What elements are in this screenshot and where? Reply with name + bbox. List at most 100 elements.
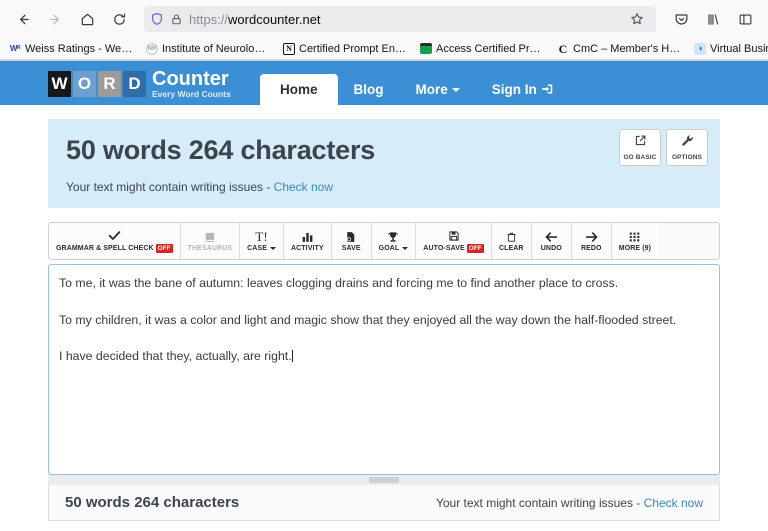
go-basic-label: GO BASIC <box>623 154 657 161</box>
logo-tagline: Every Word Counts <box>152 89 231 99</box>
external-link-icon <box>634 134 647 152</box>
redo-button[interactable]: REDO <box>571 223 612 259</box>
tb-text: AUTO-SAVE <box>423 245 465 252</box>
clear-button[interactable]: CLEAR <box>491 223 532 259</box>
clear-label: CLEAR <box>498 245 524 252</box>
grid-icon <box>628 230 641 243</box>
save-button[interactable]: SAVE <box>331 223 372 259</box>
tb-text: GRAMMAR & SPELL CHECK <box>56 245 154 252</box>
logo-tile-o: O <box>73 70 96 97</box>
logo-tile-r: R <box>98 70 121 97</box>
undo-label: UNDO <box>540 245 562 252</box>
forward-button[interactable] <box>40 5 70 33</box>
resize-grip[interactable] <box>369 477 399 483</box>
bookmark-star-icon[interactable] <box>624 7 650 31</box>
bar-chart-icon <box>301 230 314 243</box>
more-button[interactable]: MORE (9) <box>611 223 659 259</box>
nav-tab-label: Sign In <box>491 82 537 98</box>
browser-nav-bar: https://wordcounter.net <box>0 0 768 38</box>
goal-label: GOAL <box>379 245 409 252</box>
check-now-link[interactable]: Check now <box>274 180 333 194</box>
bookmark-label: Access Certified Prom... <box>436 42 545 55</box>
auto-save-button[interactable]: AUTO-SAVE OFF <box>416 223 492 259</box>
url-host: wordcounter.net <box>228 11 321 27</box>
green-favicon <box>420 43 432 54</box>
tb-text: CASE <box>247 245 267 252</box>
nav-tab-home[interactable]: Home <box>260 74 338 105</box>
bookmark-label: Weiss Ratings - Welco... <box>25 42 134 55</box>
shield-icon[interactable] <box>150 12 164 26</box>
editor-resize-handle[interactable] <box>48 475 720 485</box>
footer-issues-text: Your text might contain writing issues - <box>435 495 644 510</box>
library-icon[interactable] <box>698 5 728 33</box>
browser-toolbar-right <box>666 5 760 33</box>
home-button[interactable] <box>72 5 102 33</box>
logo-text: Counter Every Word Counts <box>152 69 231 99</box>
go-basic-button[interactable]: GO BASIC <box>619 129 661 166</box>
editor-paragraph: To me, it was the bane of autumn: leaves… <box>59 276 619 290</box>
nav-tab-more[interactable]: More <box>400 75 476 105</box>
options-button[interactable]: OPTIONS <box>666 129 708 166</box>
logo-tiles: W O R D <box>48 70 146 97</box>
grammar-status-badge: OFF <box>155 244 173 253</box>
url-scheme: https:// <box>189 11 229 27</box>
back-button[interactable] <box>8 5 38 33</box>
bookmark-item[interactable]: ◑ Virtual Business <box>689 41 768 57</box>
pocket-icon[interactable] <box>666 5 696 33</box>
footer-status-bar: 50 words 264 characters Your text might … <box>48 485 720 521</box>
page-title: 50 words 264 characters <box>66 135 376 165</box>
nav-tab-blog[interactable]: Blog <box>338 75 400 105</box>
bookmark-label: Certified Prompt Engi... <box>299 42 408 55</box>
bookmark-item[interactable]: Access Certified Prom... <box>415 41 550 57</box>
banner-actions: GO BASIC OPTIONS <box>619 129 708 166</box>
more-label: MORE (9) <box>618 245 652 252</box>
case-button[interactable]: T! CASE <box>240 223 284 259</box>
nav-tab-label: Blog <box>353 82 384 98</box>
sidebar-icon[interactable] <box>730 5 760 33</box>
tb-text: GOAL <box>378 245 400 252</box>
site-logo[interactable]: W O R D Counter Every Word Counts <box>48 69 231 99</box>
wrench-icon <box>681 134 694 152</box>
chevron-down-icon <box>451 88 460 92</box>
editor-paragraph: To my children, it was a color and light… <box>59 312 677 327</box>
weiss-favicon: Wᴿ <box>9 43 21 53</box>
bookmark-item[interactable]: C CmC – Member's Ho... <box>552 41 687 57</box>
bookmark-item[interactable]: NR Institute of Neurologi... <box>141 41 276 57</box>
activity-button[interactable]: ACTIVITY <box>283 223 332 259</box>
page-body: 50 words 264 characters Your text might … <box>0 119 768 531</box>
url-text[interactable]: https://wordcounter.net <box>189 12 618 27</box>
writing-issues-text: Your text might contain writing issues - <box>66 180 274 194</box>
activity-label: ACTIVITY <box>290 245 324 252</box>
bookmarks-bar: Wᴿ Weiss Ratings - Welco... NR Institute… <box>0 38 768 60</box>
lock-icon[interactable] <box>170 13 183 26</box>
chevron-down-icon <box>402 247 409 250</box>
bookmark-item[interactable]: N Certified Prompt Engi... <box>278 41 413 57</box>
neuro-favicon: NR <box>146 42 158 55</box>
auto-save-label: AUTO-SAVE OFF <box>423 244 484 253</box>
sign-in-icon <box>541 83 553 98</box>
browser-chrome: https://wordcounter.net Wᴿ Weiss Ratings… <box>0 0 768 61</box>
undo-button[interactable]: UNDO <box>531 223 572 259</box>
url-bar[interactable]: https://wordcounter.net <box>144 6 656 32</box>
virtual-business-favicon: ◑ <box>694 42 706 55</box>
writing-issues-notice: Your text might contain writing issues -… <box>66 180 702 194</box>
footer-check-now-link[interactable]: Check now <box>644 496 703 510</box>
goal-button[interactable]: GOAL <box>371 223 417 259</box>
redo-label: REDO <box>580 245 602 252</box>
logo-word: Counter <box>152 68 229 90</box>
bookmark-label: Institute of Neurologi... <box>162 42 271 55</box>
word-count-banner: 50 words 264 characters Your text might … <box>48 119 720 208</box>
editor-toolbar: GRAMMAR & SPELL CHECK OFF THESAURUS T! C… <box>48 222 720 260</box>
logo-tile-w: W <box>48 70 71 97</box>
reload-button[interactable] <box>104 5 134 33</box>
bookmark-item[interactable]: Wᴿ Weiss Ratings - Welco... <box>4 41 139 57</box>
thesaurus-label: THESAURUS <box>187 245 233 252</box>
thesaurus-button[interactable]: THESAURUS <box>180 223 241 259</box>
book-icon <box>203 230 217 243</box>
text-case-icon: T! <box>255 228 268 244</box>
footer-word-count: 50 words 264 characters <box>65 494 240 511</box>
text-editor[interactable]: To me, it was the bane of autumn: leaves… <box>48 264 720 475</box>
grammar-spell-check-button[interactable]: GRAMMAR & SPELL CHECK OFF <box>49 223 181 259</box>
nav-tab-sign-in[interactable]: Sign In <box>476 75 569 105</box>
editor-paragraph-text: I have decided that they, actually, are … <box>59 349 292 364</box>
